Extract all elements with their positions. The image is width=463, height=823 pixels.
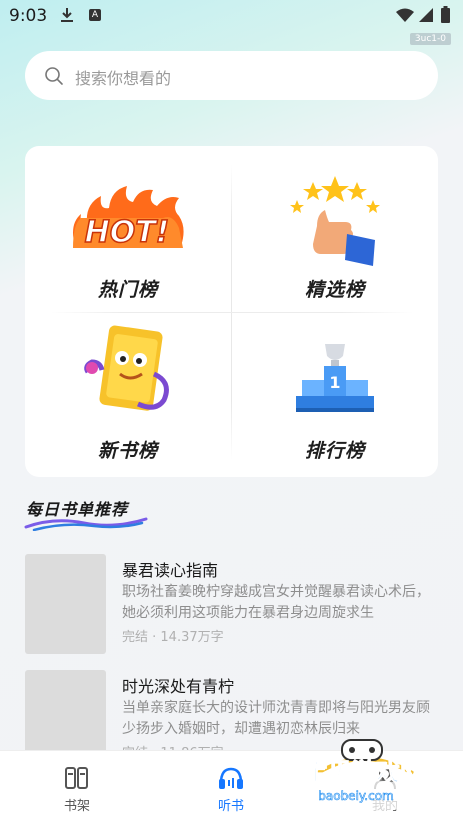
hot-flame-icon: HOT! — [73, 186, 184, 251]
book-character-icon — [84, 325, 169, 411]
podium-number: 1 — [329, 373, 340, 392]
search-input[interactable]: 搜索你想看的 — [25, 51, 438, 100]
version-tag: 3uc1-0 — [409, 33, 451, 45]
battery-icon — [441, 6, 450, 23]
book-cover[interactable] — [25, 554, 106, 654]
rank-label: 新书榜 — [97, 440, 158, 462]
signal-icon — [419, 8, 433, 22]
book-title: 暴君读心指南 — [122, 561, 219, 580]
book-description: 职场社畜姜晚柠穿越成宫女并觉醒暴君读心术后，她必须利用这项能力在暴君身边周旋求生 — [122, 584, 430, 621]
trophy-podium-icon: 1 — [296, 344, 374, 412]
thumbs-up-stars-icon — [290, 176, 380, 266]
rank-label: 热门榜 — [97, 279, 158, 301]
tab-label: 听书 — [217, 799, 244, 814]
wifi-icon — [396, 8, 414, 22]
rank-label: 精选榜 — [304, 279, 365, 301]
rank-new-books[interactable]: 新书榜 — [25, 312, 231, 477]
ranking-card: HOT! 热门榜 精选榜 新书榜 1 排行榜 — [25, 146, 438, 477]
status-bar: 9:03 A 3uc1-0 — [0, 0, 463, 45]
rank-leaderboard[interactable]: 1 排行榜 — [232, 312, 438, 477]
watermark-text: 宝贝游戏网 — [304, 758, 424, 786]
book-meta: 完结 · 14.37万字 — [122, 630, 224, 645]
rank-hot[interactable]: HOT! 热门榜 — [25, 146, 231, 311]
bookshelf-icon — [65, 767, 88, 789]
a-notification-icon: A — [89, 9, 101, 21]
watermark-logo: 宝贝游戏网 baobeiy.com — [302, 739, 426, 812]
tab-bookshelf[interactable]: 书架 — [27, 751, 127, 823]
status-time: 9:03 — [9, 6, 48, 26]
book-title: 时光深处有青柠 — [122, 677, 235, 696]
rank-selected[interactable]: 精选榜 — [232, 146, 438, 311]
title-underline-decoration — [24, 517, 148, 531]
search-placeholder: 搜索你想看的 — [75, 69, 172, 88]
search-icon — [45, 67, 63, 85]
hot-badge-text: HOT! — [85, 215, 170, 250]
tab-audiobook[interactable]: 听书 — [181, 751, 281, 823]
download-icon — [61, 8, 73, 22]
headphones-icon — [219, 767, 243, 789]
tab-label: 书架 — [63, 799, 90, 814]
book-item[interactable]: 暴君读心指南 职场社畜姜晚柠穿越成宫女并觉醒暴君读心术后，她必须利用这项能力在暴… — [25, 554, 438, 654]
watermark-url: baobeiy.com — [318, 789, 393, 803]
rank-label: 排行榜 — [304, 440, 365, 462]
